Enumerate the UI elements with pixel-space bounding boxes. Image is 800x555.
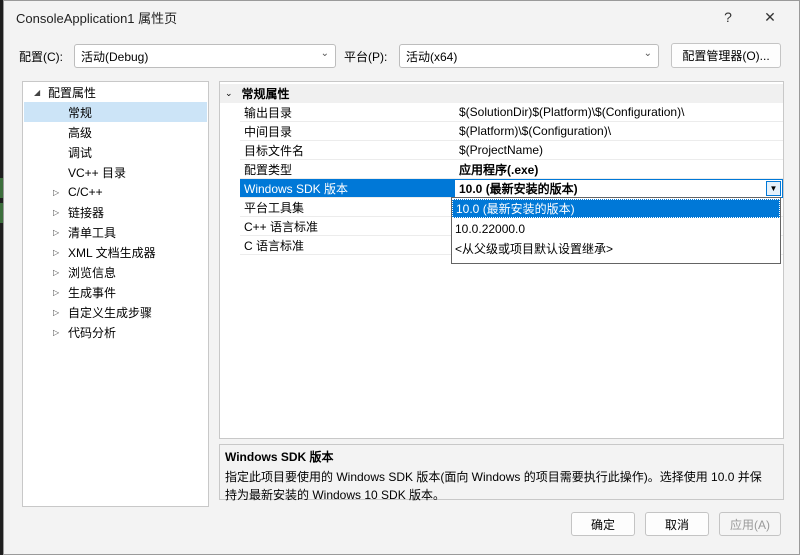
expanded-triangle-icon[interactable]: ◢ bbox=[34, 88, 40, 97]
tree-item-label: 生成事件 bbox=[68, 285, 117, 300]
collapsed-triangle-icon[interactable]: ▷ bbox=[53, 328, 59, 337]
tree-item-manifest-tool[interactable]: ▷ 清单工具 bbox=[24, 222, 207, 242]
apply-button[interactable]: 应用(A) bbox=[719, 512, 781, 536]
property-row-intermediate-dir[interactable]: 中间目录 $(Platform)\$(Configuration)\ bbox=[240, 122, 783, 141]
tree-item-label: 清单工具 bbox=[68, 225, 117, 240]
dropdown-option[interactable]: 10.0.22000.0 bbox=[452, 219, 780, 238]
property-name: 输出目录 bbox=[244, 105, 293, 120]
config-manager-button[interactable]: 配置管理器(O)... bbox=[671, 43, 781, 68]
expanded-chevron-icon[interactable]: ⌄ bbox=[225, 88, 233, 99]
tree-item-config-properties[interactable]: ◢ 配置属性 bbox=[24, 82, 207, 102]
property-value: 应用程序(.exe) bbox=[459, 162, 539, 177]
collapsed-triangle-icon[interactable]: ▷ bbox=[53, 308, 59, 317]
category-general-properties[interactable]: ⌄ 常规属性 bbox=[220, 84, 783, 103]
dropdown-arrow-button[interactable]: ▼ bbox=[766, 181, 781, 196]
collapsed-triangle-icon[interactable]: ▷ bbox=[53, 228, 59, 237]
dropdown-option[interactable]: 10.0 (最新安装的版本) bbox=[452, 199, 780, 218]
tree-item-label: 调试 bbox=[68, 145, 93, 160]
property-row-windows-sdk-version[interactable]: Windows SDK 版本 10.0 (最新安装的版本) ▼ bbox=[240, 179, 783, 198]
tree-item-xml-doc-generator[interactable]: ▷ XML 文档生成器 bbox=[24, 242, 207, 262]
collapsed-triangle-icon[interactable]: ▷ bbox=[53, 288, 59, 297]
description-panel: Windows SDK 版本 指定此项目要使用的 Windows SDK 版本(… bbox=[219, 444, 784, 502]
property-name: 中间目录 bbox=[244, 124, 293, 139]
tree-item-label: 链接器 bbox=[68, 205, 105, 220]
platform-select-value: 活动(x64) bbox=[406, 49, 458, 64]
collapsed-triangle-icon[interactable]: ▷ bbox=[53, 248, 59, 257]
tree-item-c-cpp[interactable]: ▷ C/C++ bbox=[24, 182, 207, 202]
tree-item-general[interactable]: 常规 bbox=[24, 102, 207, 122]
tree-item-label: VC++ 目录 bbox=[68, 165, 127, 180]
category-label: 常规属性 bbox=[241, 87, 290, 101]
tree-item-label: 高级 bbox=[68, 125, 93, 140]
property-name: 配置类型 bbox=[244, 162, 293, 177]
property-value: $(ProjectName) bbox=[459, 143, 544, 157]
property-name: Windows SDK 版本 bbox=[244, 181, 349, 196]
ok-button[interactable]: 确定 bbox=[571, 512, 635, 536]
tree-item-label: 常规 bbox=[68, 105, 93, 120]
chevron-down-icon: ⌄ bbox=[320, 48, 329, 59]
description-line: 指定此项目要使用的 Windows SDK 版本(面向 Windows 的项目需… bbox=[225, 470, 762, 484]
property-name: 目标文件名 bbox=[244, 143, 305, 158]
tree-item-advanced[interactable]: 高级 bbox=[24, 122, 207, 142]
title-bar: ConsoleApplication1 属性页 ? ✕ bbox=[4, 1, 799, 33]
tree-item-debugging[interactable]: 调试 bbox=[24, 142, 207, 162]
collapsed-triangle-icon[interactable]: ▷ bbox=[53, 208, 59, 217]
description-title: Windows SDK 版本 bbox=[225, 450, 334, 464]
config-label: 配置(C): bbox=[19, 50, 63, 64]
tree-item-custom-build-step[interactable]: ▷ 自定义生成步骤 bbox=[24, 302, 207, 322]
tree-item-label: 配置属性 bbox=[48, 85, 97, 100]
platform-select[interactable]: 活动(x64) ⌄ bbox=[399, 44, 659, 68]
tree-item-linker[interactable]: ▷ 链接器 bbox=[24, 202, 207, 222]
property-value: $(SolutionDir)$(Platform)\$(Configuratio… bbox=[459, 105, 685, 119]
property-value: 10.0 (最新安装的版本) bbox=[459, 182, 578, 196]
tree-item-label: C/C++ bbox=[68, 185, 103, 199]
config-select-value: 活动(Debug) bbox=[81, 49, 149, 64]
close-button[interactable]: ✕ bbox=[758, 5, 782, 29]
tree-item-code-analysis[interactable]: ▷ 代码分析 bbox=[24, 322, 207, 342]
description-line: 持为最新安装的 Windows 10 SDK 版本。 bbox=[225, 488, 446, 502]
window-title: ConsoleApplication1 属性页 bbox=[16, 10, 178, 26]
tree-item-browse-info[interactable]: ▷ 浏览信息 bbox=[24, 262, 207, 282]
dropdown-option[interactable]: <从父级或项目默认设置继承> bbox=[452, 239, 780, 258]
platform-label: 平台(P): bbox=[344, 50, 388, 64]
tree-item-label: 浏览信息 bbox=[68, 265, 117, 280]
property-row-config-type[interactable]: 配置类型 应用程序(.exe) bbox=[240, 160, 783, 179]
tree-item-build-events[interactable]: ▷ 生成事件 bbox=[24, 282, 207, 302]
property-row-output-dir[interactable]: 输出目录 $(SolutionDir)$(Platform)\$(Configu… bbox=[240, 103, 783, 122]
property-pages-dialog: ConsoleApplication1 属性页 ? ✕ 配置(C): 活动(De… bbox=[3, 0, 800, 555]
sdk-version-dropdown-list: 10.0 (最新安装的版本) 10.0.22000.0 <从父级或项目默认设置继… bbox=[451, 197, 781, 264]
property-value: $(Platform)\$(Configuration)\ bbox=[459, 124, 612, 138]
property-row-target-name[interactable]: 目标文件名 $(ProjectName) bbox=[240, 141, 783, 160]
chevron-down-icon: ⌄ bbox=[643, 48, 652, 59]
config-select[interactable]: 活动(Debug) ⌄ bbox=[74, 44, 336, 68]
collapsed-triangle-icon[interactable]: ▷ bbox=[53, 188, 59, 197]
tree-item-label: XML 文档生成器 bbox=[68, 245, 156, 260]
tree-item-label: 自定义生成步骤 bbox=[68, 305, 153, 320]
property-name: C 语言标准 bbox=[244, 238, 305, 253]
property-name: 平台工具集 bbox=[244, 200, 305, 215]
tree-item-label: 代码分析 bbox=[68, 325, 117, 340]
tree-item-vc-directories[interactable]: VC++ 目录 bbox=[24, 162, 207, 182]
help-button[interactable]: ? bbox=[716, 5, 740, 29]
cancel-button[interactable]: 取消 bbox=[645, 512, 709, 536]
sdk-version-combo[interactable]: 10.0 (最新安装的版本) ▼ bbox=[454, 179, 783, 198]
collapsed-triangle-icon[interactable]: ▷ bbox=[53, 268, 59, 277]
property-name: C++ 语言标准 bbox=[244, 219, 319, 234]
property-tree: ◢ 配置属性 常规 高级 调试 VC++ 目录 ▷ C/C++ ▷ 链接器 ▷ … bbox=[22, 81, 209, 507]
